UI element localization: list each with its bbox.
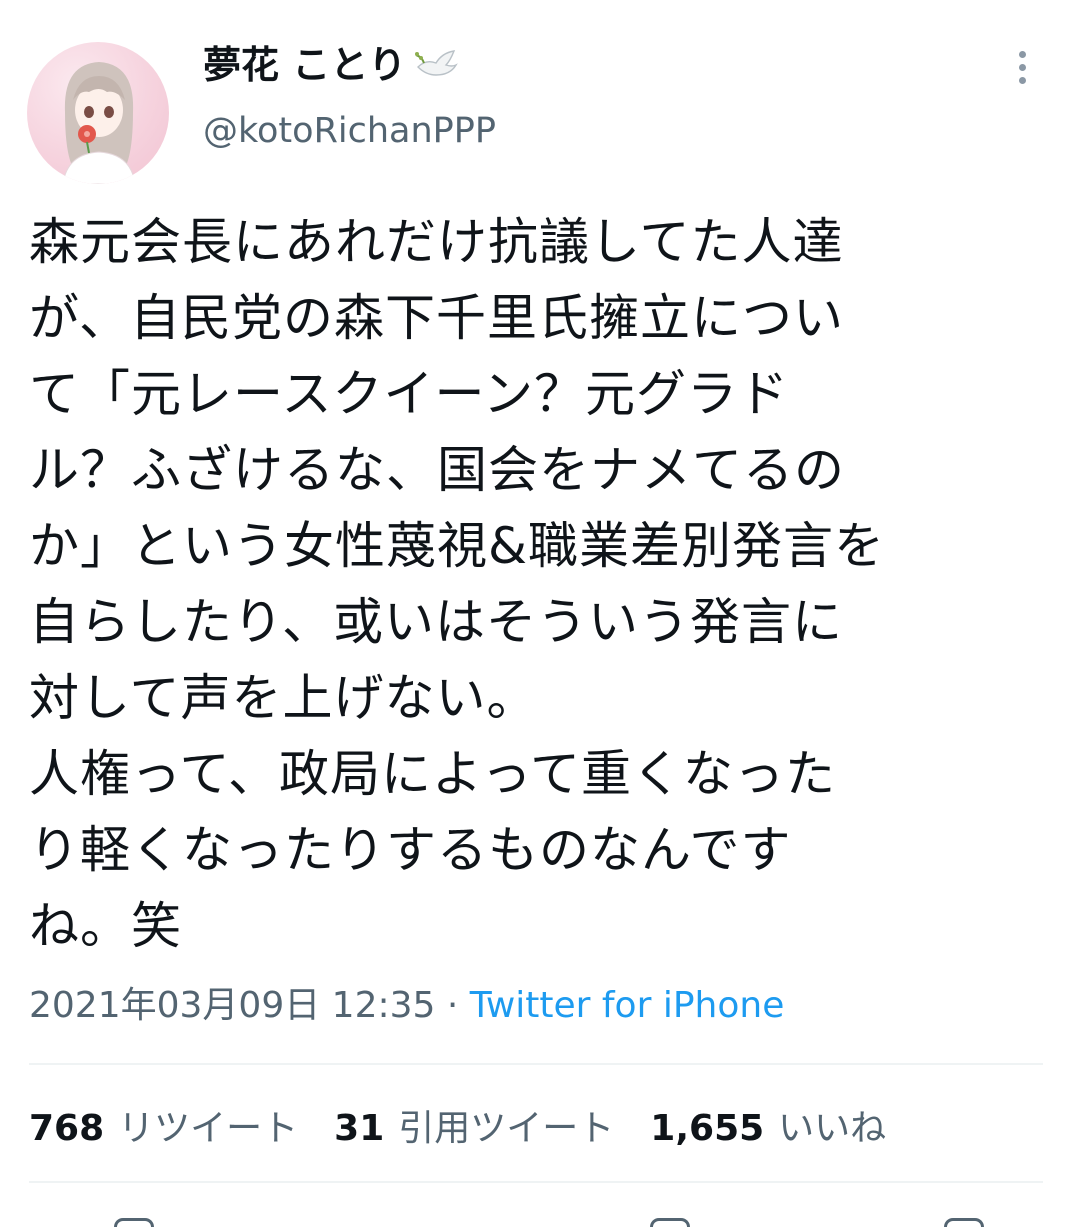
- tweet-stats: 768 リツイート 31 引用ツイート 1,655 いいね: [29, 1095, 922, 1155]
- dove-icon: [412, 45, 459, 85]
- like-icon[interactable]: [650, 1218, 690, 1227]
- quotes-count: 31: [334, 1108, 385, 1149]
- tweet-source-link[interactable]: Twitter for iPhone: [470, 985, 785, 1026]
- tweet-line: り軽くなったりするものなんです: [29, 821, 792, 879]
- meta-separator: ·: [435, 985, 470, 1026]
- tweet-line: ル？ふざけるな、国会をナメてるの: [29, 441, 845, 499]
- action-bar: [0, 1212, 1074, 1227]
- tweet-line: 人権って、政局によって重くなった: [29, 745, 836, 803]
- tweet-line: か」という女性蔑視&職業差別発言を: [29, 517, 885, 575]
- quotes-label: 引用ツイート: [398, 1108, 615, 1149]
- tweet-line: て「元レースクイーン？元グラド: [29, 365, 789, 423]
- retweets-stat[interactable]: 768 リツイート: [29, 1099, 298, 1151]
- reply-icon[interactable]: [114, 1218, 154, 1227]
- display-name-text: 夢花 ことり: [203, 43, 407, 87]
- more-vertical-icon-dot: [1018, 63, 1026, 71]
- tweet-line: 対して声を上げない。: [29, 669, 538, 727]
- tweet-line: が、自民党の森下千里氏擁立につい: [29, 289, 844, 347]
- tweet-timestamp[interactable]: 2021年03月09日 12:35: [29, 985, 435, 1026]
- user-handle[interactable]: @kotoRichanPPP: [203, 104, 496, 158]
- divider: [29, 1063, 1043, 1065]
- more-vertical-icon-dot: [1018, 76, 1026, 84]
- display-name[interactable]: 夢花 ことり: [203, 38, 459, 92]
- tweet-text: 森元会長にあれだけ抗議してた人達 が、自民党の森下千里氏擁立につい て「元レース…: [29, 204, 1039, 964]
- likes-count: 1,655: [650, 1108, 765, 1149]
- avatar[interactable]: [27, 42, 169, 184]
- divider: [29, 1181, 1043, 1183]
- tweet-line: ね。笑: [29, 897, 182, 955]
- tweet-line: 自らしたり、或いはそういう発言に: [29, 593, 843, 651]
- likes-label: いいね: [778, 1108, 887, 1149]
- more-vertical-icon: [1018, 50, 1026, 58]
- retweets-label: リツイート: [118, 1108, 299, 1149]
- more-options-button[interactable]: [1002, 44, 1042, 90]
- tweet-meta: 2021年03月09日 12:35 · Twitter for iPhone: [29, 978, 784, 1034]
- tweet-line: 森元会長にあれだけ抗議してた人達: [29, 213, 844, 271]
- quotes-stat[interactable]: 31 引用ツイート: [334, 1099, 614, 1151]
- likes-stat[interactable]: 1,655 いいね: [650, 1099, 886, 1151]
- share-icon[interactable]: [944, 1218, 984, 1227]
- avatar-illustration: [62, 62, 136, 184]
- retweets-count: 768: [29, 1108, 105, 1149]
